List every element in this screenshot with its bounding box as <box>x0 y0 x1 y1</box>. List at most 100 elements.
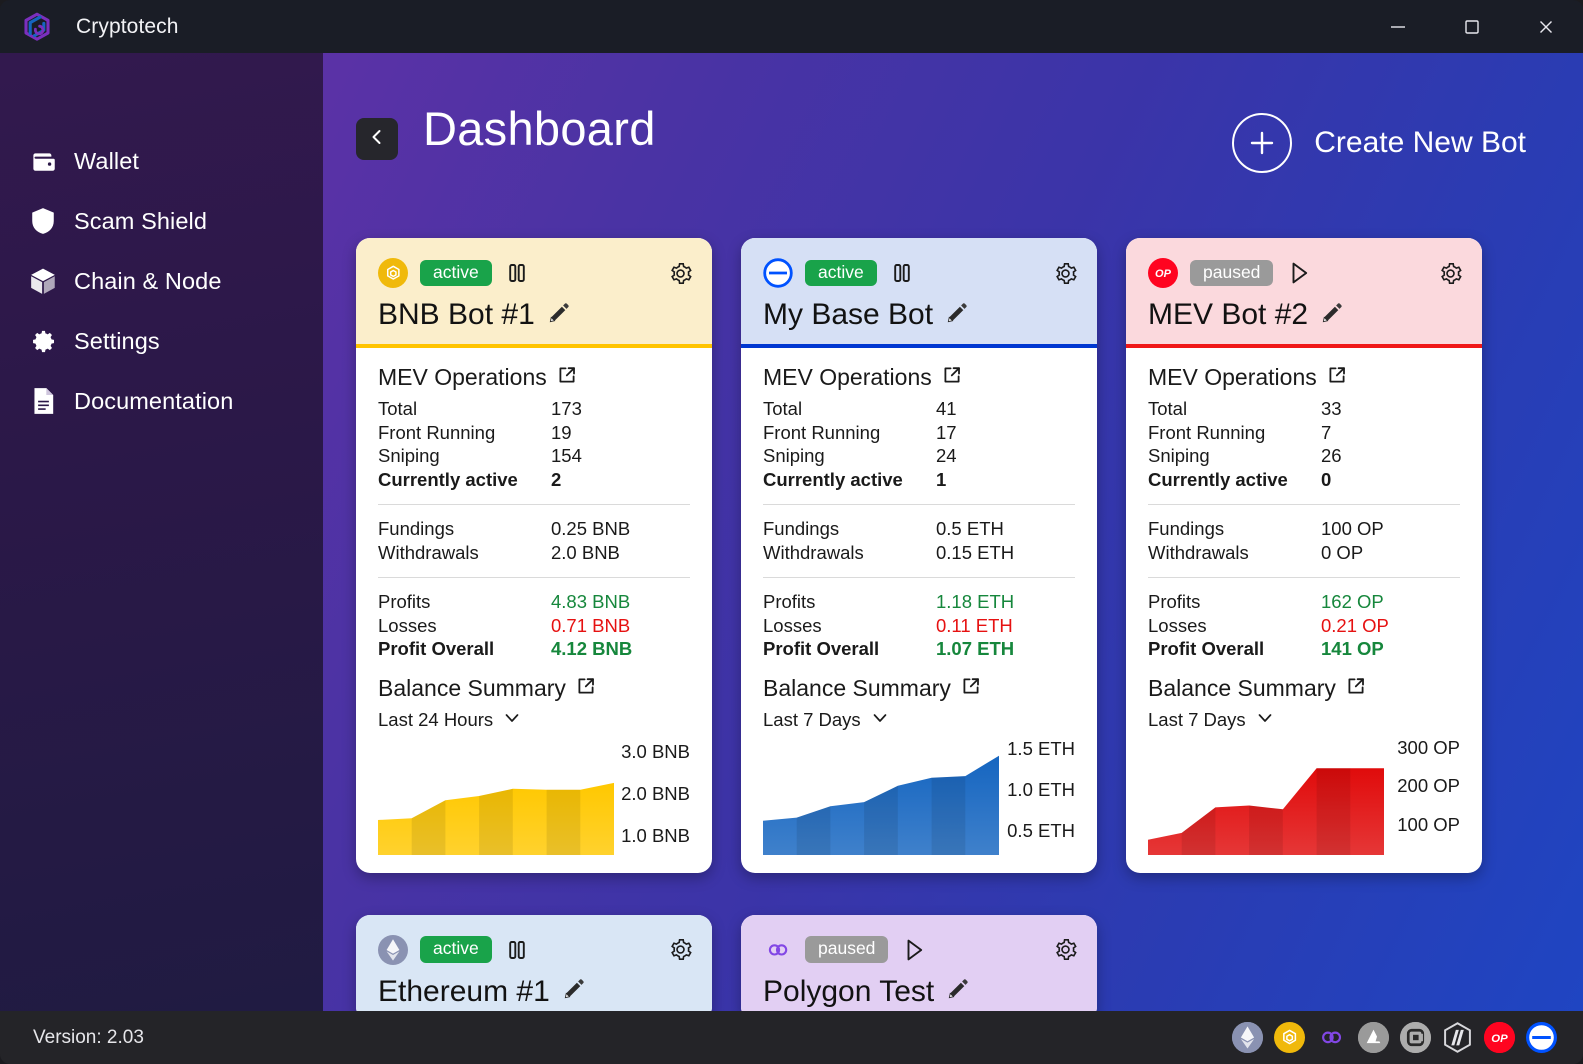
mev-currently-active-label: Currently active <box>1148 468 1288 490</box>
mev-sniping-label: Sniping <box>1148 445 1210 466</box>
arbitrum-icon[interactable] <box>1442 1022 1473 1053</box>
polygon-icon[interactable] <box>1316 1022 1347 1053</box>
maximize-icon[interactable] <box>1435 0 1509 53</box>
losses-value: 0.71 BNB <box>551 614 631 636</box>
divider <box>1148 504 1460 505</box>
edit-bot-name-pencil-icon[interactable] <box>946 302 968 329</box>
celo-icon[interactable] <box>1400 1022 1431 1053</box>
bot-settings-gear-icon[interactable] <box>1052 260 1079 287</box>
withdrawals-label: Withdrawals <box>763 541 864 563</box>
shield-icon <box>28 206 58 236</box>
balance-chart-plot <box>1148 737 1384 855</box>
losses-label: Losses <box>1148 614 1207 636</box>
chevron-left-icon <box>367 127 387 152</box>
profit-overall-row: Profit Overall 4.12 BNB <box>378 637 690 661</box>
mev-sniping-value: 154 <box>551 445 582 466</box>
balance-summary-label: Balance Summary <box>763 674 951 701</box>
sidebar-item-wallet[interactable]: Wallet <box>0 131 323 191</box>
bot-card-header: OP paused MEV Bot #2 <box>1126 238 1482 348</box>
mev-total-row: Total 33 <box>1148 397 1460 421</box>
time-range-selector[interactable]: Last 24 Hours <box>378 708 690 733</box>
bot-settings-gear-icon[interactable] <box>1052 936 1079 963</box>
pause-icon[interactable] <box>889 260 915 286</box>
pause-icon[interactable] <box>504 937 530 963</box>
mev-sniping-label: Sniping <box>763 445 825 466</box>
play-icon[interactable] <box>900 936 928 964</box>
external-link-icon[interactable] <box>1346 675 1366 702</box>
status-badge: active <box>420 259 492 287</box>
plus-circle-icon <box>1232 113 1293 173</box>
bot-settings-gear-icon[interactable] <box>1437 260 1464 287</box>
bot-settings-gear-icon[interactable] <box>667 260 694 287</box>
bot-settings-gear-icon[interactable] <box>667 936 694 963</box>
profit-overall-row: Profit Overall 1.07 ETH <box>763 637 1075 661</box>
time-range-label: Last 24 Hours <box>378 709 494 730</box>
wallet-icon <box>28 146 58 176</box>
balance-summary-label: Balance Summary <box>378 674 566 701</box>
fundings-row: Fundings 0.25 BNB <box>378 517 690 541</box>
balance-chart-y-axis: 1.5 ETH 1.0 ETH 0.5 ETH <box>999 737 1075 855</box>
main-content: Dashboard Create New Bot active BNB Bot … <box>323 53 1583 1011</box>
optimism-icon: OP <box>1148 258 1178 288</box>
svg-text:OP: OP <box>1155 268 1172 280</box>
title-bar: Cryptotech <box>0 0 1583 53</box>
divider <box>763 577 1075 578</box>
losses-value: 0.11 ETH <box>936 614 1013 636</box>
withdrawals-label: Withdrawals <box>1148 541 1249 563</box>
play-icon[interactable] <box>1285 259 1313 287</box>
back-button[interactable] <box>356 118 398 160</box>
ethereum-icon[interactable] <box>1232 1022 1263 1053</box>
external-link-icon[interactable] <box>576 675 596 702</box>
edit-bot-name-pencil-icon[interactable] <box>947 978 969 1005</box>
edit-bot-name-pencil-icon[interactable] <box>1321 302 1343 329</box>
mev-sniping-row: Sniping 24 <box>763 444 1075 468</box>
mev-currently-active-value: 0 <box>1321 468 1332 490</box>
bnb-icon[interactable] <box>1274 1022 1305 1053</box>
avalanche-icon[interactable] <box>1358 1022 1389 1053</box>
fundings-value: 100 OP <box>1321 518 1384 539</box>
sidebar-item-chain-node[interactable]: Chain & Node <box>0 251 323 311</box>
edit-bot-name-pencil-icon[interactable] <box>548 302 570 329</box>
time-range-selector[interactable]: Last 7 Days <box>763 708 1075 733</box>
minimize-icon[interactable] <box>1361 0 1435 53</box>
mev-total-row: Total 173 <box>378 397 690 421</box>
chart-y-tick-label: 0.5 ETH <box>1007 819 1075 841</box>
sidebar-item-settings[interactable]: Settings <box>0 311 323 371</box>
mev-front-running-row: Front Running 19 <box>378 421 690 445</box>
mev-currently-active-row: Currently active 2 <box>378 468 690 492</box>
mev-front-running-label: Front Running <box>378 421 496 443</box>
bnb-icon <box>378 258 408 288</box>
fundings-row: Fundings 100 OP <box>1148 517 1460 541</box>
bot-card-header: paused Polygon Test <box>741 914 1097 1011</box>
status-badge: paused <box>805 936 889 963</box>
create-new-bot-button[interactable]: Create New Bot <box>1232 113 1526 173</box>
profits-label: Profits <box>763 591 816 612</box>
sidebar-item-documentation[interactable]: Documentation <box>0 371 323 431</box>
withdrawals-row: Withdrawals 0.15 ETH <box>763 541 1075 565</box>
base-icon[interactable] <box>1526 1022 1557 1053</box>
profit-overall-label: Profit Overall <box>763 638 880 659</box>
mev-total-row: Total 41 <box>763 397 1075 421</box>
mev-front-running-row: Front Running 17 <box>763 421 1075 445</box>
divider <box>378 504 690 505</box>
mev-currently-active-label: Currently active <box>763 468 903 490</box>
fundings-label: Fundings <box>378 518 455 539</box>
bot-card-body: MEV Operations Total 41 Front Running 17 S… <box>741 348 1097 873</box>
mev-sniping-value: 24 <box>936 445 957 466</box>
status-badge: paused <box>1190 259 1274 287</box>
pause-icon[interactable] <box>504 260 530 286</box>
mev-total-label: Total <box>378 398 418 419</box>
sidebar-item-scam-shield[interactable]: Scam Shield <box>0 191 323 251</box>
external-link-icon[interactable] <box>1327 364 1347 391</box>
app-title: Cryptotech <box>76 14 179 38</box>
external-link-icon[interactable] <box>942 364 962 391</box>
balance-chart-y-axis: 300 OP 200 OP 100 OP <box>1384 737 1460 855</box>
edit-bot-name-pencil-icon[interactable] <box>563 978 585 1005</box>
close-icon[interactable] <box>1509 0 1583 53</box>
time-range-selector[interactable]: Last 7 Days <box>1148 708 1460 733</box>
mev-front-running-label: Front Running <box>763 421 881 443</box>
optimism-icon[interactable]: OP <box>1484 1022 1515 1053</box>
balance-summary-title: Balance Summary <box>763 675 1075 702</box>
external-link-icon[interactable] <box>557 364 577 391</box>
external-link-icon[interactable] <box>961 675 981 702</box>
